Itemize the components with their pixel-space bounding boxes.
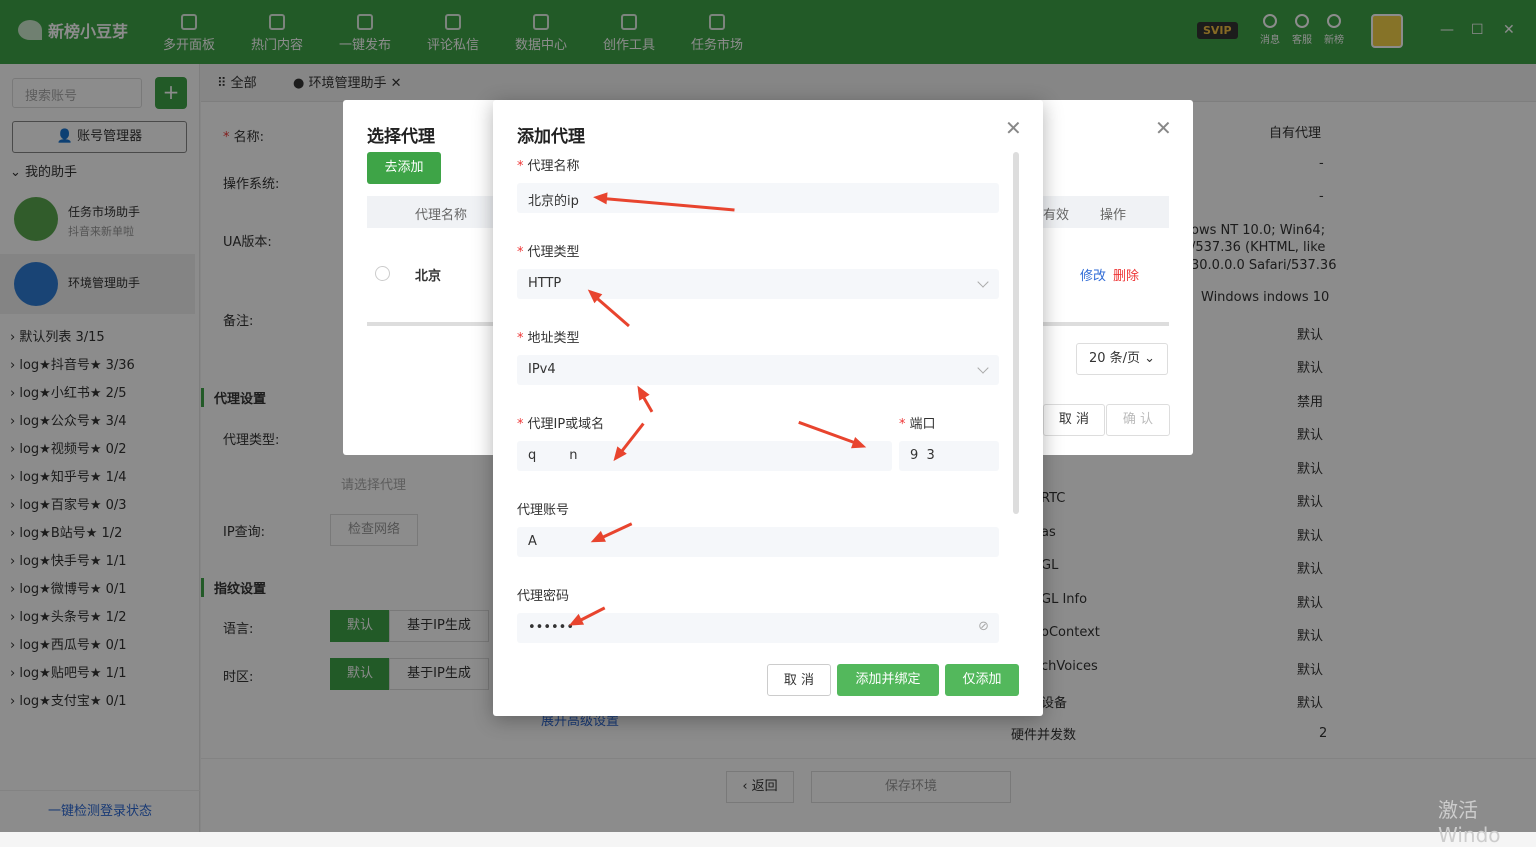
address-type-select[interactable]: IPv4	[517, 355, 999, 385]
close-icon[interactable]: ✕	[1155, 116, 1172, 140]
chevron-down-icon	[977, 362, 989, 374]
delete-link[interactable]: 删除	[1113, 265, 1139, 284]
confirm-button[interactable]: 确 认	[1106, 404, 1170, 436]
add-proxy-title: 添加代理	[517, 127, 585, 147]
chevron-down-icon	[977, 276, 989, 288]
port-label: * 端口	[899, 417, 936, 432]
row-proxy-name: 北京	[415, 269, 442, 284]
proxy-password-label: 代理密码	[517, 589, 570, 604]
proxy-password-input[interactable]: •••••• ⊘	[517, 613, 999, 643]
add-and-bind-button[interactable]: 添加并绑定	[837, 664, 939, 696]
go-add-button[interactable]: 去添加	[367, 152, 441, 184]
edit-link[interactable]: 修改	[1080, 265, 1106, 284]
proxy-account-label: 代理账号	[517, 503, 570, 518]
activation-watermark: 激活 Windo	[1438, 798, 1501, 847]
proxy-type-label: * 代理类型	[517, 245, 580, 260]
proxy-name-input[interactable]: 北京的ip	[517, 183, 999, 213]
add-only-button[interactable]: 仅添加	[945, 664, 1019, 696]
proxy-host-label: * 代理IP或域名	[517, 417, 605, 432]
proxy-host-input[interactable]: q n	[517, 441, 892, 471]
page-size-select[interactable]: 20 条/页 ⌄	[1076, 343, 1168, 375]
cancel-button[interactable]: 取 消	[767, 664, 831, 696]
dialog-scrollbar[interactable]	[1013, 152, 1019, 514]
close-icon[interactable]: ✕	[1005, 116, 1022, 140]
cancel-button[interactable]: 取 消	[1043, 404, 1105, 436]
row-radio[interactable]	[375, 266, 390, 281]
col-valid: 有效	[1043, 208, 1070, 223]
select-proxy-title: 选择代理	[367, 127, 435, 147]
proxy-name-label: * 代理名称	[517, 159, 580, 174]
port-input[interactable]: 9 3	[899, 441, 999, 471]
eye-off-icon[interactable]: ⊘	[978, 619, 989, 634]
address-type-label: * 地址类型	[517, 331, 580, 346]
col-op: 操作	[1100, 208, 1127, 223]
proxy-account-input[interactable]: A	[517, 527, 999, 557]
col-name: 代理名称	[415, 208, 468, 223]
